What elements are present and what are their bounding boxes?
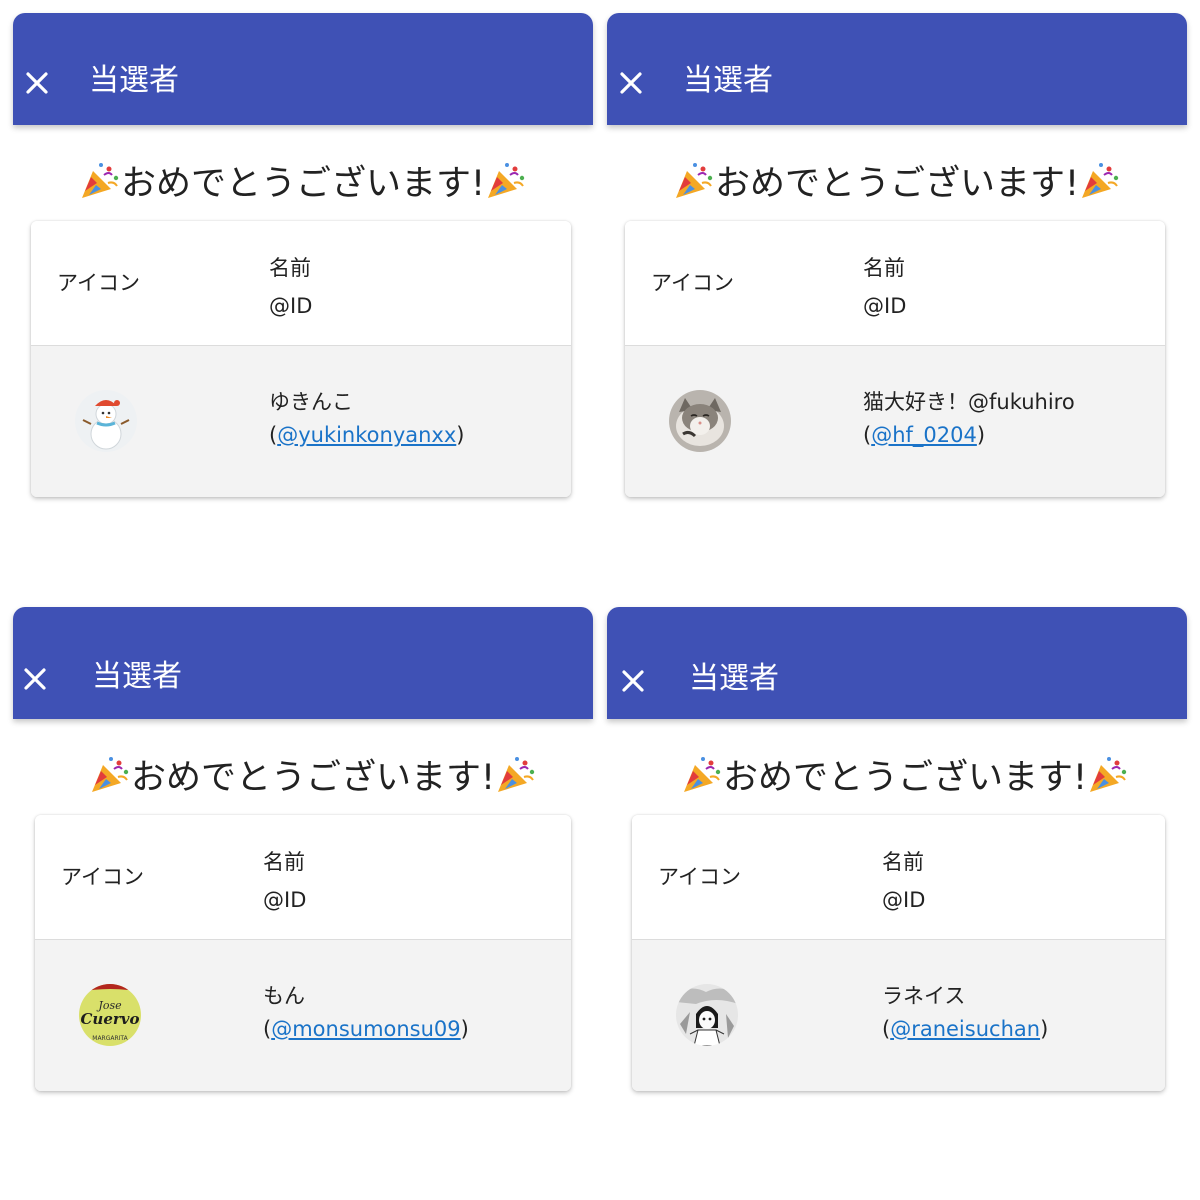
winner-handle-line: (@monsumonsu09) bbox=[263, 1017, 469, 1041]
column-header-name-label: 名前 bbox=[882, 850, 924, 874]
congrats-heading: おめでとうございます! bbox=[607, 161, 1187, 207]
congrats-text: おめでとうございます! bbox=[714, 164, 1080, 204]
winner-dialog-2: 当選者 おめでとうございます! アイコン 名前 @ID 猫大好き！@fukuhi… bbox=[607, 13, 1187, 573]
manga-avatar bbox=[676, 984, 738, 1046]
close-icon[interactable] bbox=[615, 663, 651, 699]
party-popper-icon bbox=[495, 755, 537, 795]
cat-avatar bbox=[669, 390, 731, 452]
winner-info: ゆきんこ (@yukinkonyanxx) bbox=[269, 386, 464, 452]
column-header-icon: アイコン bbox=[61, 865, 144, 889]
winner-dialog-3: 当選者 おめでとうございます! アイコン 名前 @ID Jose Cuervo … bbox=[13, 607, 593, 1167]
winner-handle-line: (@hf_0204) bbox=[863, 423, 986, 447]
party-popper-icon bbox=[79, 161, 121, 201]
winner-info: ラネイス (@raneisuchan) bbox=[882, 980, 1048, 1046]
close-icon[interactable] bbox=[19, 65, 55, 101]
winner-handle-link[interactable]: @monsumonsu09 bbox=[271, 1017, 460, 1041]
winner-dialog-1: 当選者 おめでとうございます! アイコン 名前 @ID ゆきんこ (@yukin… bbox=[13, 13, 593, 573]
winner-handle-link[interactable]: @hf_0204 bbox=[871, 423, 977, 447]
dialog-title: 当選者 bbox=[683, 63, 773, 98]
winner-table: アイコン 名前 @ID bbox=[632, 815, 1165, 1091]
winner-table: アイコン 名前 @ID bbox=[625, 221, 1165, 497]
app-bar: 当選者 bbox=[13, 13, 593, 125]
party-popper-icon bbox=[89, 755, 131, 795]
table-row: ラネイス (@raneisuchan) bbox=[632, 940, 1165, 1091]
app-bar: 当選者 bbox=[607, 607, 1187, 719]
winner-table: アイコン 名前 @ID Jose Cuervo MARGARITA もん (@m… bbox=[35, 815, 571, 1091]
party-popper-icon bbox=[485, 161, 527, 201]
column-header-id-label: @ID bbox=[882, 888, 926, 912]
table-header-row: アイコン 名前 @ID bbox=[35, 815, 571, 940]
column-header-name: 名前 @ID bbox=[863, 249, 906, 325]
winner-handle-link[interactable]: @yukinkonyanxx bbox=[277, 423, 456, 447]
party-popper-icon bbox=[1087, 755, 1129, 795]
table-header-row: アイコン 名前 @ID bbox=[625, 221, 1165, 346]
party-popper-icon bbox=[673, 161, 715, 201]
column-header-name: 名前 @ID bbox=[269, 249, 312, 325]
winner-name: ラネイス bbox=[882, 984, 966, 1008]
close-icon[interactable] bbox=[17, 661, 53, 697]
congrats-text: おめでとうございます! bbox=[120, 164, 486, 204]
table-row: 猫大好き！@fukuhiro (@hf_0204) bbox=[625, 346, 1165, 497]
congrats-heading: おめでとうございます! bbox=[13, 161, 593, 207]
congrats-text: おめでとうございます! bbox=[722, 758, 1088, 798]
winner-table: アイコン 名前 @ID bbox=[31, 221, 571, 497]
congrats-heading: おめでとうございます! bbox=[23, 755, 603, 801]
column-header-id-label: @ID bbox=[263, 888, 307, 912]
column-header-icon: アイコン bbox=[651, 271, 734, 295]
winner-handle-line: (@yukinkonyanxx) bbox=[269, 423, 465, 447]
logo-text-margarita: MARGARITA bbox=[92, 1035, 128, 1042]
winner-name: もん bbox=[263, 984, 305, 1008]
table-header-row: アイコン 名前 @ID bbox=[632, 815, 1165, 940]
winner-name: ゆきんこ bbox=[269, 390, 353, 414]
party-popper-icon bbox=[681, 755, 723, 795]
party-popper-icon bbox=[1079, 161, 1121, 201]
dialog-title: 当選者 bbox=[89, 63, 179, 98]
winner-info: もん (@monsumonsu09) bbox=[263, 980, 469, 1046]
app-bar: 当選者 bbox=[607, 13, 1187, 125]
dialog-title: 当選者 bbox=[689, 661, 779, 696]
column-header-icon: アイコン bbox=[658, 865, 741, 889]
column-header-name: 名前 @ID bbox=[263, 843, 306, 919]
winner-name: 猫大好き！@fukuhiro bbox=[863, 390, 1075, 414]
winner-handle-link[interactable]: @raneisuchan bbox=[890, 1017, 1040, 1041]
table-header-row: アイコン 名前 @ID bbox=[31, 221, 571, 346]
column-header-name-label: 名前 bbox=[863, 256, 905, 280]
winner-info: 猫大好き！@fukuhiro (@hf_0204) bbox=[863, 386, 1075, 452]
app-bar: 当選者 bbox=[13, 607, 593, 719]
dialog-title: 当選者 bbox=[92, 659, 182, 694]
table-row: ゆきんこ (@yukinkonyanxx) bbox=[31, 346, 571, 497]
winner-dialog-4: 当選者 おめでとうございます! アイコン 名前 @ID ラネイス (@ranei… bbox=[607, 607, 1187, 1167]
congrats-heading: おめでとうございます! bbox=[615, 755, 1195, 801]
congrats-text: おめでとうございます! bbox=[130, 758, 496, 798]
column-header-name-label: 名前 bbox=[269, 256, 311, 280]
column-header-name: 名前 @ID bbox=[882, 843, 925, 919]
column-header-id-label: @ID bbox=[863, 294, 907, 318]
logo-text-cuervo: Cuervo bbox=[80, 1010, 139, 1028]
winner-handle-line: (@raneisuchan) bbox=[882, 1017, 1049, 1041]
column-header-name-label: 名前 bbox=[263, 850, 305, 874]
table-row: Jose Cuervo MARGARITA もん (@monsumonsu09) bbox=[35, 940, 571, 1091]
jose-cuervo-avatar: Jose Cuervo MARGARITA bbox=[79, 984, 141, 1046]
column-header-icon: アイコン bbox=[57, 271, 140, 295]
column-header-id-label: @ID bbox=[269, 294, 313, 318]
snowman-avatar bbox=[75, 390, 137, 452]
close-icon[interactable] bbox=[613, 65, 649, 101]
